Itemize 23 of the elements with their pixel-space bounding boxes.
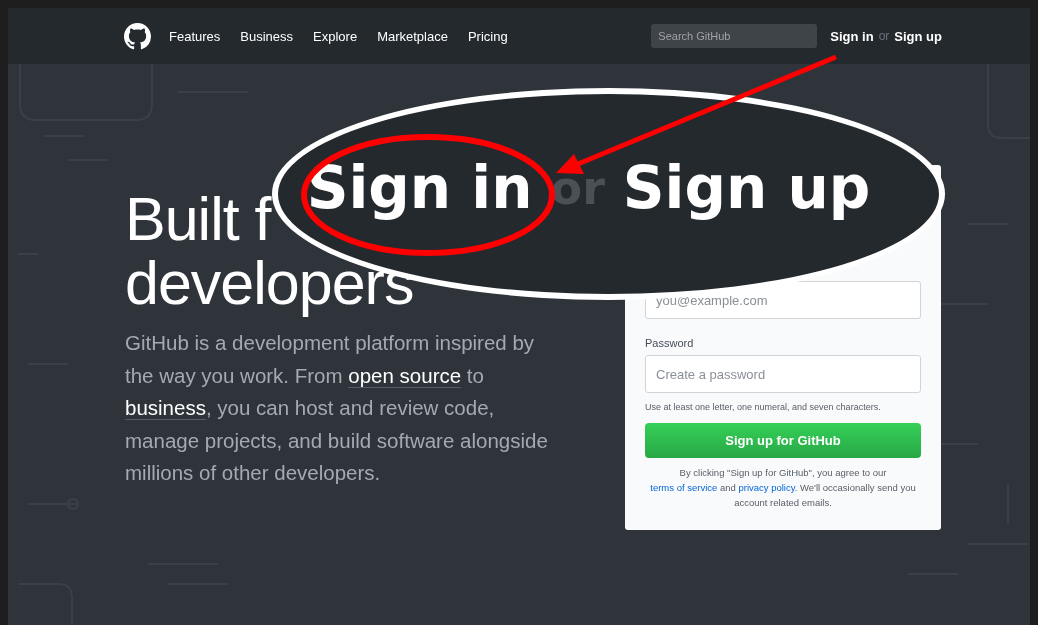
magnified-sign-in-text: Sign in [306,154,533,222]
password-hint: Use at least one letter, one numeral, and seven characters. [645,402,882,412]
nav-link[interactable]: Business [240,28,294,44]
sign-in-link[interactable]: Sign in [830,28,874,44]
nav-link[interactable]: Pricing [467,28,508,44]
password-label: Password [645,337,695,349]
legal-text: By clicking "Sign up for GitHub", you agree to our terms of service and privacy policy. We'll occasionally send you account related emails. [649,466,917,510]
nav-link[interactable]: Features [169,28,221,44]
hero-heading-line: Built f [125,187,271,251]
hero-intro-text: GitHub is a development platform inspired by the way you work. From open source to business, you can host and review code, manage projects, and build software alongside millions of other developers. [125,330,549,486]
legal-link[interactable]: privacy policy [738,482,795,493]
nav-link[interactable]: Explore [313,28,358,44]
octocat-logo-icon[interactable] [124,22,151,50]
hero-link[interactable]: business [125,396,206,420]
password-field[interactable]: Create a password [645,355,921,393]
search-field[interactable]: Search GitHub [651,24,818,48]
magnified-sign-up-text: Sign up [622,154,871,222]
hero-heading-line: developers [125,251,414,315]
hero-link[interactable]: open source [348,363,462,388]
legal-link[interactable]: terms of service [650,482,718,493]
or-text: or [878,29,890,43]
nav-link[interactable]: Marketplace [377,28,448,44]
sign-up-link[interactable]: Sign up [894,28,942,44]
